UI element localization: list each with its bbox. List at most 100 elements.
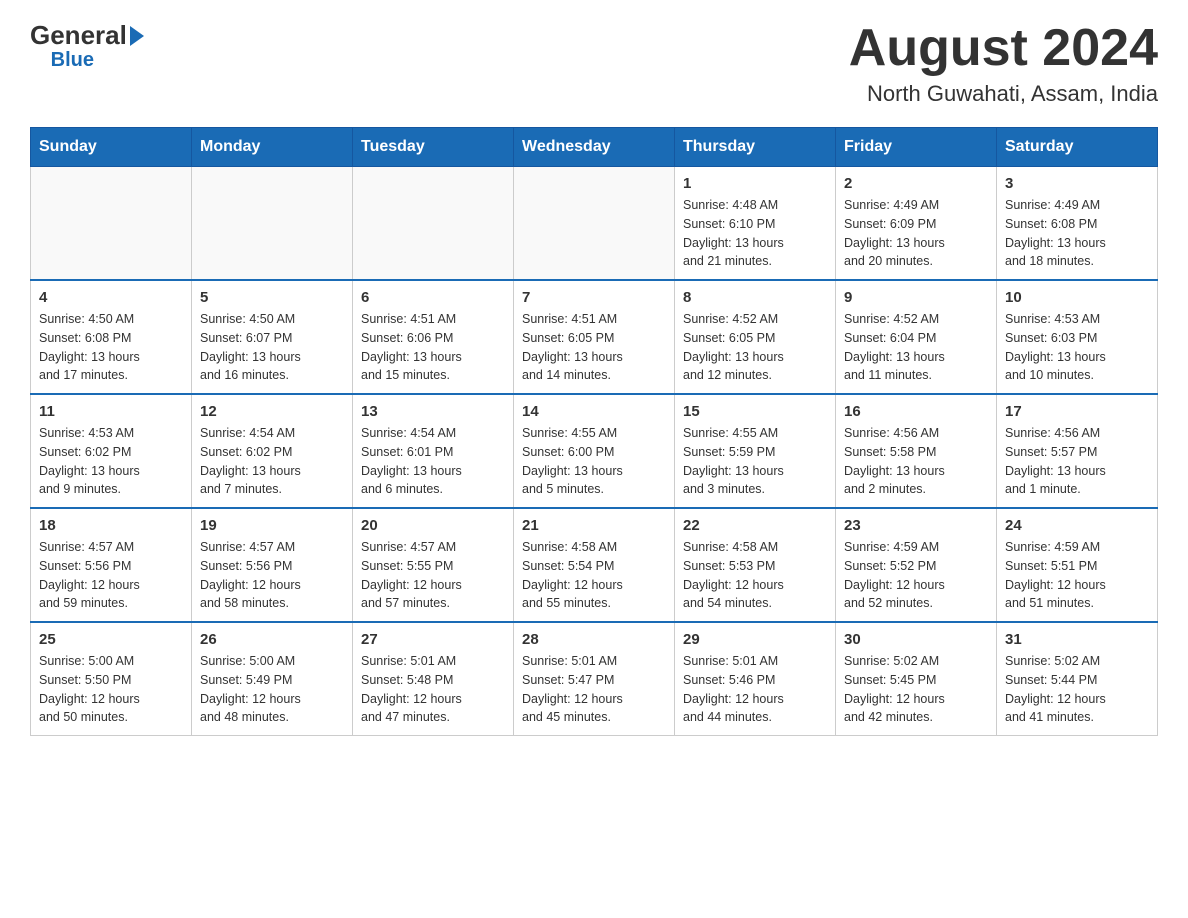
day-info: Sunrise: 4:58 AMSunset: 5:53 PMDaylight:… xyxy=(683,538,827,613)
week-row-5: 25Sunrise: 5:00 AMSunset: 5:50 PMDayligh… xyxy=(31,622,1158,736)
calendar-cell: 8Sunrise: 4:52 AMSunset: 6:05 PMDaylight… xyxy=(675,280,836,394)
calendar-body: 1 Sunrise: 4:48 AMSunset: 6:10 PMDaylight… xyxy=(31,167,1158,736)
calendar-header: SundayMondayTuesdayWednesdayThursdayFrid… xyxy=(31,128,1158,167)
day-info: Sunrise: 4:49 AMSunset: 6:09 PMDaylight:… xyxy=(844,196,988,271)
calendar-cell: 4 Sunrise: 4:50 AMSunset: 6:08 PMDaylight… xyxy=(31,280,192,394)
calendar-cell: 13 Sunrise: 4:54 AMSunset: 6:01 PMDayligh… xyxy=(353,394,514,508)
day-info: Sunrise: 4:56 AMSunset: 5:57 PMDaylight:… xyxy=(1005,424,1149,499)
logo-general-text: General xyxy=(30,20,127,51)
page-header: General Blue August 2024 North Guwahati,… xyxy=(30,20,1158,107)
day-header-thursday: Thursday xyxy=(675,128,836,167)
day-info: Sunrise: 5:01 AMSunset: 5:46 PMDaylight:… xyxy=(683,652,827,727)
day-header-saturday: Saturday xyxy=(997,128,1158,167)
calendar-cell: 26 Sunrise: 5:00 AMSunset: 5:49 PMDayligh… xyxy=(192,622,353,736)
calendar-cell: 7 Sunrise: 4:51 AMSunset: 6:05 PMDaylight… xyxy=(514,280,675,394)
calendar-cell: 3 Sunrise: 4:49 AMSunset: 6:08 PMDaylight… xyxy=(997,167,1158,281)
calendar-cell: 5 Sunrise: 4:50 AMSunset: 6:07 PMDaylight… xyxy=(192,280,353,394)
day-header-friday: Friday xyxy=(836,128,997,167)
calendar-cell xyxy=(31,167,192,281)
day-number: 15 xyxy=(683,403,827,420)
day-info: Sunrise: 4:55 AMSunset: 6:00 PMDaylight:… xyxy=(522,424,666,499)
day-number: 4 xyxy=(39,289,183,306)
day-info: Sunrise: 4:53 AMSunset: 6:02 PMDaylight:… xyxy=(39,424,183,499)
week-row-2: 4 Sunrise: 4:50 AMSunset: 6:08 PMDaylight… xyxy=(31,280,1158,394)
day-header-monday: Monday xyxy=(192,128,353,167)
day-number: 29 xyxy=(683,631,827,648)
calendar-cell xyxy=(192,167,353,281)
day-info: Sunrise: 4:57 AMSunset: 5:56 PMDaylight:… xyxy=(200,538,344,613)
day-info: Sunrise: 4:51 AMSunset: 6:06 PMDaylight:… xyxy=(361,310,505,385)
calendar-cell: 14Sunrise: 4:55 AMSunset: 6:00 PMDayligh… xyxy=(514,394,675,508)
calendar-cell: 9 Sunrise: 4:52 AMSunset: 6:04 PMDaylight… xyxy=(836,280,997,394)
main-title: August 2024 xyxy=(849,20,1158,77)
calendar-cell: 10 Sunrise: 4:53 AMSunset: 6:03 PMDayligh… xyxy=(997,280,1158,394)
day-info: Sunrise: 4:53 AMSunset: 6:03 PMDaylight:… xyxy=(1005,310,1149,385)
day-number: 28 xyxy=(522,631,666,648)
calendar-cell: 31Sunrise: 5:02 AMSunset: 5:44 PMDayligh… xyxy=(997,622,1158,736)
calendar-cell: 27Sunrise: 5:01 AMSunset: 5:48 PMDayligh… xyxy=(353,622,514,736)
day-number: 1 xyxy=(683,175,827,192)
day-number: 13 xyxy=(361,403,505,420)
day-info: Sunrise: 4:48 AMSunset: 6:10 PMDaylight:… xyxy=(683,196,827,271)
calendar-cell: 2 Sunrise: 4:49 AMSunset: 6:09 PMDaylight… xyxy=(836,167,997,281)
day-info: Sunrise: 4:55 AMSunset: 5:59 PMDaylight:… xyxy=(683,424,827,499)
calendar-cell: 1 Sunrise: 4:48 AMSunset: 6:10 PMDaylight… xyxy=(675,167,836,281)
week-row-3: 11 Sunrise: 4:53 AMSunset: 6:02 PMDayligh… xyxy=(31,394,1158,508)
calendar-cell: 15 Sunrise: 4:55 AMSunset: 5:59 PMDayligh… xyxy=(675,394,836,508)
calendar-cell: 18 Sunrise: 4:57 AMSunset: 5:56 PMDayligh… xyxy=(31,508,192,622)
day-info: Sunrise: 4:50 AMSunset: 6:08 PMDaylight:… xyxy=(39,310,183,385)
day-number: 18 xyxy=(39,517,183,534)
day-header-wednesday: Wednesday xyxy=(514,128,675,167)
calendar-cell: 28 Sunrise: 5:01 AMSunset: 5:47 PMDayligh… xyxy=(514,622,675,736)
calendar-table: SundayMondayTuesdayWednesdayThursdayFrid… xyxy=(30,127,1158,736)
calendar-cell: 11 Sunrise: 4:53 AMSunset: 6:02 PMDayligh… xyxy=(31,394,192,508)
day-info: Sunrise: 4:49 AMSunset: 6:08 PMDaylight:… xyxy=(1005,196,1149,271)
day-number: 11 xyxy=(39,403,183,420)
day-number: 22 xyxy=(683,517,827,534)
day-number: 10 xyxy=(1005,289,1149,306)
day-number: 7 xyxy=(522,289,666,306)
day-number: 24 xyxy=(1005,517,1149,534)
day-number: 2 xyxy=(844,175,988,192)
day-info: Sunrise: 5:01 AMSunset: 5:47 PMDaylight:… xyxy=(522,652,666,727)
day-info: Sunrise: 4:58 AMSunset: 5:54 PMDaylight:… xyxy=(522,538,666,613)
day-info: Sunrise: 4:57 AMSunset: 5:55 PMDaylight:… xyxy=(361,538,505,613)
day-info: Sunrise: 4:51 AMSunset: 6:05 PMDaylight:… xyxy=(522,310,666,385)
day-number: 16 xyxy=(844,403,988,420)
day-number: 17 xyxy=(1005,403,1149,420)
subtitle: North Guwahati, Assam, India xyxy=(849,81,1158,107)
day-info: Sunrise: 4:50 AMSunset: 6:07 PMDaylight:… xyxy=(200,310,344,385)
title-section: August 2024 North Guwahati, Assam, India xyxy=(849,20,1158,107)
day-info: Sunrise: 4:54 AMSunset: 6:01 PMDaylight:… xyxy=(361,424,505,499)
day-number: 5 xyxy=(200,289,344,306)
day-info: Sunrise: 4:59 AMSunset: 5:51 PMDaylight:… xyxy=(1005,538,1149,613)
calendar-cell: 23Sunrise: 4:59 AMSunset: 5:52 PMDayligh… xyxy=(836,508,997,622)
calendar-cell: 19Sunrise: 4:57 AMSunset: 5:56 PMDayligh… xyxy=(192,508,353,622)
calendar-cell xyxy=(514,167,675,281)
day-number: 30 xyxy=(844,631,988,648)
day-info: Sunrise: 4:56 AMSunset: 5:58 PMDaylight:… xyxy=(844,424,988,499)
calendar-cell: 20Sunrise: 4:57 AMSunset: 5:55 PMDayligh… xyxy=(353,508,514,622)
calendar-cell: 22 Sunrise: 4:58 AMSunset: 5:53 PMDayligh… xyxy=(675,508,836,622)
logo-triangle-icon xyxy=(130,26,144,46)
calendar-cell: 17 Sunrise: 4:56 AMSunset: 5:57 PMDayligh… xyxy=(997,394,1158,508)
day-number: 31 xyxy=(1005,631,1149,648)
calendar-cell: 29 Sunrise: 5:01 AMSunset: 5:46 PMDayligh… xyxy=(675,622,836,736)
day-info: Sunrise: 4:52 AMSunset: 6:04 PMDaylight:… xyxy=(844,310,988,385)
week-row-1: 1 Sunrise: 4:48 AMSunset: 6:10 PMDaylight… xyxy=(31,167,1158,281)
day-number: 9 xyxy=(844,289,988,306)
day-info: Sunrise: 5:00 AMSunset: 5:49 PMDaylight:… xyxy=(200,652,344,727)
calendar-cell: 24 Sunrise: 4:59 AMSunset: 5:51 PMDayligh… xyxy=(997,508,1158,622)
day-number: 25 xyxy=(39,631,183,648)
day-info: Sunrise: 4:57 AMSunset: 5:56 PMDaylight:… xyxy=(39,538,183,613)
day-info: Sunrise: 5:02 AMSunset: 5:45 PMDaylight:… xyxy=(844,652,988,727)
calendar-cell: 21 Sunrise: 4:58 AMSunset: 5:54 PMDayligh… xyxy=(514,508,675,622)
calendar-cell: 16 Sunrise: 4:56 AMSunset: 5:58 PMDayligh… xyxy=(836,394,997,508)
day-number: 23 xyxy=(844,517,988,534)
day-header-tuesday: Tuesday xyxy=(353,128,514,167)
day-number: 3 xyxy=(1005,175,1149,192)
day-header-sunday: Sunday xyxy=(31,128,192,167)
logo: General Blue xyxy=(30,20,144,72)
day-number: 26 xyxy=(200,631,344,648)
day-number: 21 xyxy=(522,517,666,534)
